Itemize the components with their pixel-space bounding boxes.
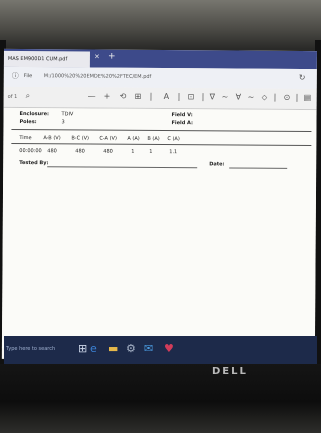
table-cell: 1.1: [169, 149, 178, 156]
search-icon[interactable]: ⌕: [26, 91, 31, 101]
date-label: Date:: [209, 161, 225, 168]
tested-by-label: Tested By:: [19, 160, 49, 167]
enclosure-value: TDIV: [61, 111, 74, 118]
rotate-icon[interactable]: ⟲: [120, 92, 127, 101]
tab-close-icon[interactable]: ×: [94, 53, 100, 61]
erase-icon[interactable]: ⬦: [262, 93, 268, 103]
column-header: C-A (V): [99, 135, 117, 142]
page-count: of 1: [7, 93, 18, 101]
zoom-out-icon[interactable]: —: [88, 91, 96, 100]
app-icon[interactable]: ♥: [164, 342, 174, 355]
toolbar-divider: |: [273, 92, 277, 102]
save-icon[interactable]: ▤: [304, 93, 312, 102]
table-cell: 480: [47, 148, 57, 155]
column-header: C (A): [167, 136, 180, 143]
toolbar-divider: |: [177, 92, 181, 102]
wall-background: [0, 0, 321, 48]
table-cell: 1: [149, 148, 153, 155]
file-explorer-icon[interactable]: ▬: [108, 342, 118, 355]
table-cell: 00:00:00: [19, 148, 42, 155]
browser-tab[interactable]: MAS EM900D1 CUM.pdf: [3, 50, 90, 68]
poles-value: 3: [61, 119, 65, 126]
read-aloud-icon[interactable]: ↻: [299, 73, 306, 82]
enclosure-label: Enclosure:: [19, 111, 50, 118]
monitor-screen: MAS EM900D1 CUM.pdf × + ⓘ File M:/1000%2…: [1, 48, 317, 362]
toolbar-divider: |: [295, 92, 299, 102]
zoom-in-icon[interactable]: +: [104, 92, 111, 101]
read-aloud-icon[interactable]: A: [164, 92, 170, 101]
highlight-dropdown-icon[interactable]: ~: [248, 93, 255, 102]
windows-taskbar: Type here to search ⊞ e ▬ ⚙ ✉ ♥: [4, 336, 317, 364]
poles-label: Poles:: [19, 119, 37, 126]
table-cell: 480: [103, 148, 113, 155]
field-v-label: Field V:: [171, 112, 193, 119]
page-view-icon[interactable]: ⊡: [188, 92, 195, 101]
column-header: A-B (V): [43, 135, 61, 142]
settings-icon[interactable]: ⊙: [284, 93, 291, 102]
pdf-toolbar: of 1 ⌕ — + ⟲ ⊞ | A | ⊡ | ∇ ~ ∀ ~ ⬦ | ⊙ |…: [3, 86, 317, 111]
highlight-icon[interactable]: ∀: [236, 93, 242, 102]
monitor-bezel-bottom: [0, 364, 321, 433]
divider: [11, 142, 312, 147]
column-header: Time: [19, 135, 32, 142]
divider: [11, 128, 312, 133]
dell-logo: DELL: [212, 366, 248, 377]
edge-icon[interactable]: e: [90, 342, 97, 355]
info-icon[interactable]: ⓘ: [12, 71, 19, 81]
date-line: [229, 167, 288, 169]
column-header: B-C (V): [71, 135, 90, 142]
taskbar-search[interactable]: Type here to search: [6, 346, 55, 352]
fit-page-icon[interactable]: ⊞: [135, 92, 142, 101]
table-cell: 1: [131, 148, 135, 155]
draw-dropdown-icon[interactable]: ~: [222, 92, 229, 101]
signature-line: [47, 166, 198, 169]
pdf-page: Enclosure: TDIV Poles: 3 Field V: Field …: [1, 107, 317, 351]
column-header: A (A): [127, 135, 140, 142]
mail-icon[interactable]: ✉: [144, 342, 153, 355]
browser-tab-bar: MAS EM900D1 CUM.pdf × +: [3, 48, 317, 70]
address-bar[interactable]: ⓘ File M:/1000%20%20EMDE%20%2FTEC/EM.pdf…: [3, 66, 317, 90]
address-url[interactable]: M:/1000%20%20EMDE%20%2FTEC/EM.pdf: [44, 73, 152, 80]
draw-icon[interactable]: ∇: [210, 92, 215, 101]
toolbar-divider: |: [201, 92, 205, 102]
toolbar-divider: |: [149, 91, 153, 101]
field-a-label: Field A:: [171, 120, 194, 127]
column-header: B (A): [147, 135, 160, 142]
settings-icon[interactable]: ⚙: [126, 342, 136, 355]
new-tab-icon[interactable]: +: [108, 52, 116, 62]
table-cell: 480: [75, 148, 85, 155]
task-view-icon[interactable]: ⊞: [78, 342, 87, 355]
address-file-label: File: [23, 73, 33, 80]
